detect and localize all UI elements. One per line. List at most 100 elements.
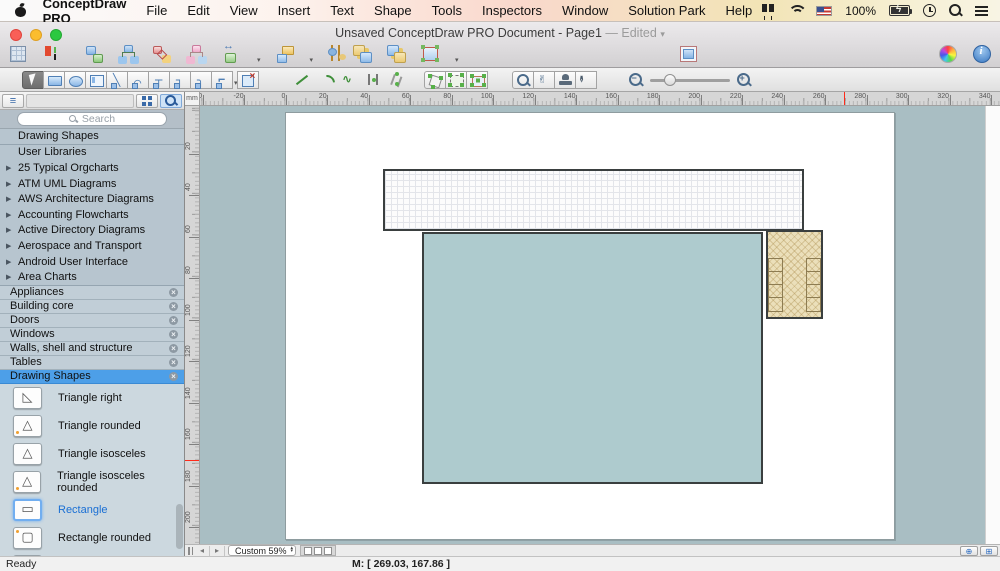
arc-tool-icon[interactable] xyxy=(316,71,338,89)
close-library-icon[interactable]: × xyxy=(169,344,178,353)
menu-file[interactable]: File xyxy=(136,3,177,18)
shape-item-triangle-isosceles-rounded[interactable]: △Triangle isosceles rounded xyxy=(0,468,184,496)
room-shape[interactable] xyxy=(422,232,763,484)
shape-item-rectangle-rounded[interactable]: ▢Rectangle rounded xyxy=(0,524,184,552)
dropdown-caret-icon[interactable]: ▾ xyxy=(455,56,459,66)
menu-solution-park[interactable]: Solution Park xyxy=(618,3,715,18)
org-structure-icon[interactable] xyxy=(186,44,206,64)
resize-shapes-icon[interactable] xyxy=(222,44,242,64)
apple-menu-icon[interactable] xyxy=(14,4,21,18)
tree-connector2-button[interactable] xyxy=(148,71,170,89)
vertical-scrollbar[interactable] xyxy=(985,106,1000,544)
disclosure-triangle-icon[interactable]: ▶ xyxy=(6,164,14,172)
zoom-slider-thumb[interactable] xyxy=(664,74,676,86)
close-library-icon[interactable]: × xyxy=(169,316,178,325)
shape-item-triangle-isosceles[interactable]: △Triangle isosceles xyxy=(0,440,184,468)
library-path-field[interactable] xyxy=(26,94,134,108)
close-library-icon[interactable]: × xyxy=(169,330,178,339)
menu-help[interactable]: Help xyxy=(716,3,763,18)
rounded-connector-button[interactable] xyxy=(190,71,212,89)
layers-panel-icon[interactable] xyxy=(678,44,698,64)
horizontal-ruler[interactable]: -40-200204060801001201401601802002202402… xyxy=(200,92,1000,106)
select-pointer-button[interactable] xyxy=(22,71,44,89)
flag-annotation-icon[interactable] xyxy=(275,44,295,64)
notification-center-icon[interactable] xyxy=(975,5,988,16)
wifi-icon[interactable] xyxy=(788,5,803,16)
bring-to-front-icon[interactable] xyxy=(352,44,372,64)
get-info-icon[interactable] xyxy=(972,44,992,64)
page-tab[interactable] xyxy=(324,547,332,555)
eyedropper-tool-button[interactable] xyxy=(575,71,597,89)
menu-view[interactable]: View xyxy=(220,3,268,18)
ruler-unit-box[interactable]: mm xyxy=(185,92,200,106)
page-prev-button[interactable]: ◂ xyxy=(195,546,210,556)
spline-tool-icon[interactable] xyxy=(340,71,362,89)
reshape-tool-button[interactable] xyxy=(424,71,446,89)
zoom-stepper-icon[interactable]: ▴▾ xyxy=(291,547,294,554)
distribute-shapes-icon[interactable] xyxy=(327,44,347,64)
sidebar-item-drawing-shapes[interactable]: Drawing Shapes xyxy=(0,129,184,145)
spotlight-search-icon[interactable] xyxy=(949,4,962,17)
menu-window[interactable]: Window xyxy=(552,3,618,18)
zoom-in-icon[interactable]: + xyxy=(736,72,752,88)
sidebar-item-25-typical-orgcharts[interactable]: ▶25 Typical Orgcharts xyxy=(0,160,184,176)
splitter-handle[interactable] xyxy=(186,546,195,556)
page-next-button[interactable]: ▸ xyxy=(210,546,225,556)
zoom-level-select[interactable]: Custom 59% ▴▾ xyxy=(228,545,296,556)
wall-shape[interactable] xyxy=(383,169,804,231)
pan-tool-button[interactable] xyxy=(533,71,555,89)
library-grid-button[interactable] xyxy=(136,94,158,108)
page-tab[interactable] xyxy=(304,547,312,555)
input-language-flag-icon[interactable] xyxy=(816,6,832,16)
open-library-drawing-shapes[interactable]: Drawing Shapes× xyxy=(0,370,184,384)
close-library-icon[interactable]: × xyxy=(169,302,178,311)
menu-shape[interactable]: Shape xyxy=(364,3,422,18)
page-tab[interactable] xyxy=(314,547,322,555)
library-tree-button[interactable] xyxy=(2,94,24,108)
zoom-out-icon[interactable]: − xyxy=(628,72,644,88)
open-library-doors[interactable]: Doors× xyxy=(0,314,184,328)
open-library-appliances[interactable]: Appliances× xyxy=(0,286,184,300)
sheet-format-icon[interactable] xyxy=(8,44,28,64)
select-area-tool-button[interactable] xyxy=(445,71,467,89)
delete-shape-button[interactable] xyxy=(237,71,259,89)
drawing-canvas[interactable] xyxy=(200,106,985,544)
sidebar-item-active-directory-diagrams[interactable]: ▶Active Directory Diagrams xyxy=(0,223,184,239)
library-search-button[interactable] xyxy=(160,94,182,108)
sidebar-item-aws-architecture-diagrams[interactable]: ▶AWS Architecture Diagrams xyxy=(0,191,184,207)
disclosure-triangle-icon[interactable]: ▶ xyxy=(6,258,14,266)
tree-connector-icon[interactable] xyxy=(118,44,138,64)
pan-navigator-button[interactable]: ⊕ xyxy=(960,546,978,556)
glue-tool-icon[interactable] xyxy=(364,71,386,89)
transform-tool-button[interactable] xyxy=(466,71,488,89)
search-input[interactable]: Search xyxy=(17,112,167,126)
disclosure-triangle-icon[interactable]: ▶ xyxy=(6,226,14,234)
shape-item-triangle-right[interactable]: ◺Triangle right xyxy=(0,384,184,412)
stamp-tool-button[interactable] xyxy=(554,71,576,89)
sidebar-item-user-libraries[interactable]: User Libraries xyxy=(0,145,184,161)
disclosure-triangle-icon[interactable]: ▶ xyxy=(6,242,14,250)
menu-text[interactable]: Text xyxy=(320,3,364,18)
page-navigator-button[interactable]: ⊞ xyxy=(980,546,998,556)
chain-shapes-icon[interactable] xyxy=(152,44,172,64)
direct-connector-button[interactable] xyxy=(106,71,128,89)
sidebar-item-atm-uml-diagrams[interactable]: ▶ATM UML Diagrams xyxy=(0,176,184,192)
open-library-walls-shell-and-structure[interactable]: Walls, shell and structure× xyxy=(0,342,184,356)
clock-icon[interactable] xyxy=(923,4,936,17)
ellipse-tool-button[interactable] xyxy=(64,71,86,89)
menu-inspectors[interactable]: Inspectors xyxy=(472,3,552,18)
frame-tool-button[interactable] xyxy=(85,71,107,89)
split-tool-icon[interactable] xyxy=(388,71,410,89)
open-library-windows[interactable]: Windows× xyxy=(0,328,184,342)
vertical-ruler[interactable]: 20406080100120140160180200 xyxy=(185,106,200,544)
menu-insert[interactable]: Insert xyxy=(268,3,321,18)
close-library-icon[interactable]: × xyxy=(169,358,178,367)
shape-item-rectangle[interactable]: ▭Rectangle xyxy=(0,496,184,524)
color-wheel-icon[interactable] xyxy=(938,44,958,64)
menu-edit[interactable]: Edit xyxy=(177,3,219,18)
group-selection-icon[interactable] xyxy=(420,44,440,64)
title-caret-icon[interactable]: ▾ xyxy=(660,29,665,39)
connect-shapes-icon[interactable] xyxy=(84,44,104,64)
shape-item-triangle-rounded[interactable]: △Triangle rounded xyxy=(0,412,184,440)
rectangle-tool-button[interactable] xyxy=(43,71,65,89)
